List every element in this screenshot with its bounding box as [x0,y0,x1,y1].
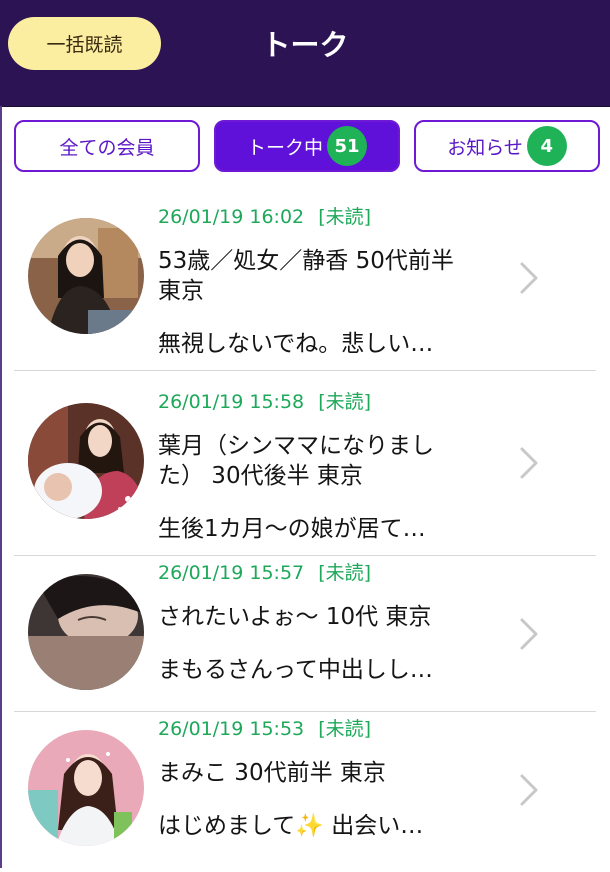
message-timestamp: 26/01/19 16:02 [158,206,305,228]
unread-status: [未読] [318,718,372,740]
message-preview: まもるさんって中出しし… [158,657,433,683]
tab-notifications[interactable]: お知らせ 4 [414,120,600,172]
avatar [28,218,144,334]
message-timestamp: 26/01/19 15:58 [158,391,305,413]
message-timestamp: 26/01/19 15:53 [158,718,305,740]
tab-talking[interactable]: トーク中 51 [214,120,400,172]
member-profile-name: 53歳／処女／静香 50代前半 東京 [158,248,454,304]
message-preview: 生後1カ月～の娘が居て… [158,516,426,542]
conversation-row[interactable]: 26/01/19 16:02 [未読] 53歳／処女／静香 50代前半 東京 無… [14,186,596,371]
conversation-list: 26/01/19 16:02 [未読] 53歳／処女／静香 50代前半 東京 無… [0,186,610,872]
tab-notifications-label: お知らせ [447,136,523,159]
sparkles-icon: ✨ [295,813,324,839]
message-preview: はじめまして✨ 出会い… [158,806,423,840]
tab-notifications-count-badge: 4 [526,126,567,166]
unread-status: [未読] [318,391,372,413]
message-preview-text: はじめまして [158,813,296,839]
chevron-right-icon [520,774,538,806]
app-header: 一括既読 トーク [0,0,610,107]
conversation-row[interactable]: 26/01/19 15:58 [未読] 葉月（シンママになりました） 30代後半… [14,371,596,556]
tab-all-members-label: 全ての会員 [59,136,155,159]
member-profile-name: 葉月（シンママになりました） 30代後半 東京 [158,433,434,489]
avatar [28,730,144,846]
tab-talking-label: トーク中 [246,136,323,159]
tab-bar: 全ての会員 トーク中 51 お知らせ 4 [0,120,610,174]
message-preview-text: 出会い… [323,813,424,839]
tab-talking-count-badge: 51 [327,126,367,166]
unread-status: [未読] [318,206,372,228]
member-profile-name: まみこ 30代前半 東京 [158,760,386,786]
conversation-row[interactable]: 26/01/19 15:53 [未読] まみこ 30代前半 東京 はじめまして✨… [14,712,596,872]
message-timestamp: 26/01/19 15:57 [158,562,305,584]
avatar [28,574,144,690]
chevron-right-icon [520,618,538,650]
unread-status: [未読] [318,562,372,584]
mark-all-read-button[interactable]: 一括既読 [8,17,161,70]
conversation-row[interactable]: 26/01/19 15:57 [未読] されたいよぉ～ 10代 東京 まもるさん… [14,556,596,712]
message-meta: 26/01/19 15:57 [未読] [158,558,379,585]
chevron-right-icon [520,262,538,294]
member-profile-name: されたいよぉ～ 10代 東京 [158,604,432,630]
message-meta: 26/01/19 16:02 [未読] [158,202,379,229]
chevron-right-icon [520,447,538,479]
message-meta: 26/01/19 15:53 [未読] [158,714,379,741]
tab-all-members[interactable]: 全ての会員 [14,120,200,172]
avatar [28,403,144,519]
message-meta: 26/01/19 15:58 [未読] [158,387,379,414]
message-preview: 無視しないでね。悲しい… [158,331,434,357]
